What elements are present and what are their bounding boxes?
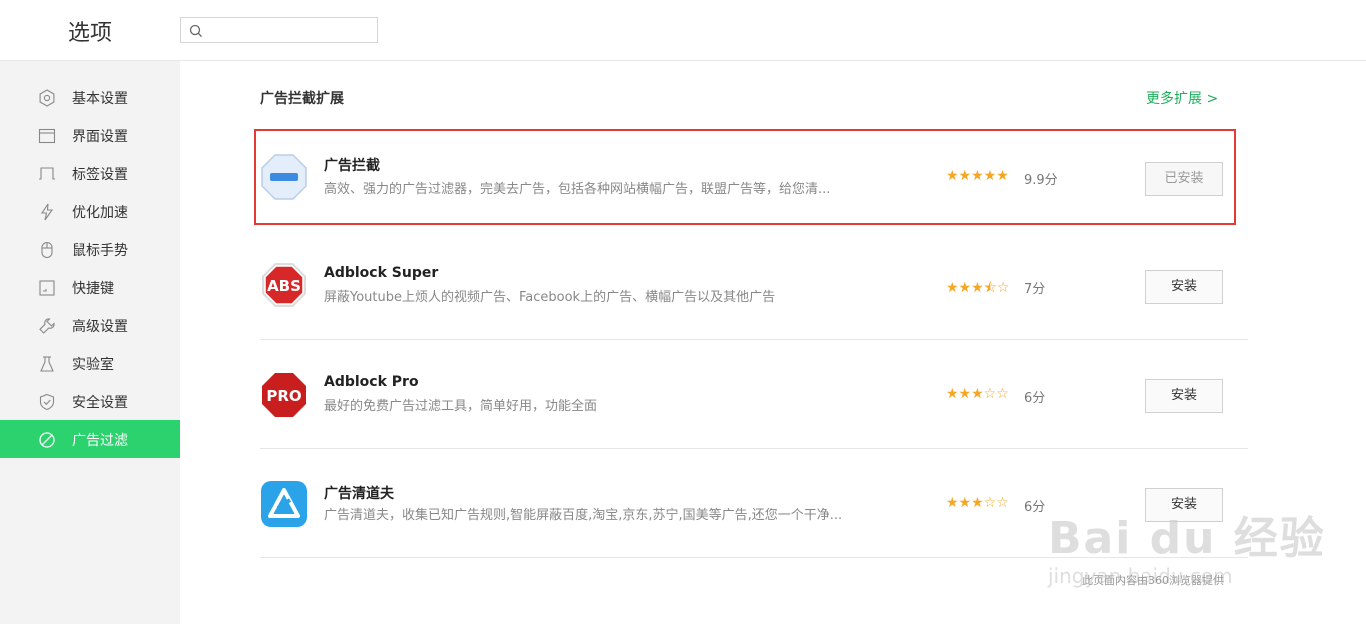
install-button[interactable]: 安装	[1145, 379, 1223, 413]
section-title: 广告拦截扩展	[260, 91, 344, 107]
sidebar-item-label: 高级设置	[72, 319, 128, 335]
top-bar: 选项	[0, 0, 1366, 61]
sidebar-item-security[interactable]: 安全设置	[0, 382, 180, 420]
sidebar-item-label: 界面设置	[72, 129, 128, 145]
extension-name: Adblock Pro	[324, 374, 419, 390]
more-extensions-link[interactable]: 更多扩展 >	[1146, 88, 1218, 108]
sidebar-item-label: 优化加速	[72, 205, 128, 221]
page-title: 选项	[68, 21, 113, 46]
extension-row: ABS Adblock Super 屏蔽Youtube上烦人的视频广告、Face…	[260, 232, 1248, 340]
rating-stars: ★★★★★	[946, 168, 1009, 184]
ad-cleaner-icon	[261, 481, 307, 527]
sidebar-item-advanced[interactable]: 高级设置	[0, 306, 180, 344]
flask-icon	[40, 356, 54, 372]
extension-name: 广告拦截	[324, 158, 380, 174]
sidebar-item-ad-filter[interactable]: 广告过滤	[0, 420, 180, 458]
extension-row: PRO Adblock Pro 最好的免费广告过滤工具，简单好用，功能全面 ★★…	[260, 341, 1248, 449]
sidebar-item-label: 基本设置	[72, 91, 128, 107]
rating-stars: ★★★☆☆	[946, 386, 1009, 402]
sidebar-item-label: 鼠标手势	[72, 243, 128, 259]
sidebar-item-speedup[interactable]: 优化加速	[0, 192, 180, 230]
keyboard-icon	[39, 280, 55, 296]
lightning-icon	[40, 203, 54, 221]
install-button[interactable]: 安装	[1145, 270, 1223, 304]
sidebar: 基本设置 界面设置 标签设置 优化加速 鼠标手势 快捷键 高级设置 实验室 安全…	[0, 61, 180, 624]
extension-name: Adblock Super	[324, 265, 439, 281]
block-icon	[39, 432, 55, 448]
sidebar-item-basic[interactable]: 基本设置	[0, 78, 180, 116]
rating-score: 6分	[1024, 391, 1046, 406]
rating-score: 9.9分	[1024, 173, 1058, 188]
extension-row: 广告拦截 高效、强力的广告过滤器，完美去广告，包括各种网站横幅广告，联盟广告等，…	[260, 122, 1248, 230]
sidebar-item-label: 标签设置	[72, 167, 128, 183]
sidebar-item-label: 广告过滤	[72, 433, 128, 449]
sidebar-item-interface[interactable]: 界面设置	[0, 116, 180, 154]
watermark-brand: Bai du 经验	[1048, 513, 1326, 564]
shield-icon	[39, 393, 55, 411]
search-icon	[189, 24, 202, 37]
wrench-icon	[39, 318, 55, 334]
search-box[interactable]	[180, 17, 378, 43]
rating-score: 7分	[1024, 282, 1046, 297]
adblock-pro-icon: PRO	[262, 373, 306, 417]
sidebar-item-lab[interactable]: 实验室	[0, 344, 180, 382]
installed-button[interactable]: 已安装	[1145, 162, 1223, 196]
mouse-icon	[41, 241, 53, 259]
extension-desc: 最好的免费广告过滤工具，简单好用，功能全面	[324, 399, 598, 414]
rating-stars: ★★★⯪☆	[946, 280, 1010, 296]
icon-text: PRO	[266, 387, 301, 405]
tab-icon	[39, 167, 55, 180]
rating-stars: ★★★☆☆	[946, 495, 1009, 511]
sidebar-item-tabs[interactable]: 标签设置	[0, 154, 180, 192]
extension-name: 广告清道夫	[324, 486, 394, 502]
extension-desc: 屏蔽Youtube上烦人的视频广告、Facebook上的广告、横幅广告以及其他广…	[324, 290, 776, 305]
rating-score: 6分	[1024, 500, 1046, 515]
search-input[interactable]	[209, 20, 373, 42]
gear-icon	[39, 89, 55, 107]
icon-text: ABS	[267, 277, 301, 295]
extension-desc: 高效、强力的广告过滤器，完美去广告，包括各种网站横幅广告，联盟广告等，给您清..…	[324, 182, 831, 197]
extension-desc: 广告清道夫，收集已知广告规则,智能屏蔽百度,淘宝,京东,苏宁,国美等广告,还您一…	[324, 508, 843, 523]
window-icon	[38, 128, 56, 144]
sidebar-item-shortcuts[interactable]: 快捷键	[0, 268, 180, 306]
sidebar-item-label: 快捷键	[72, 281, 114, 297]
sidebar-item-mouse-gestures[interactable]: 鼠标手势	[0, 230, 180, 268]
sidebar-item-label: 实验室	[72, 357, 114, 373]
ad-block-icon	[261, 154, 307, 200]
sidebar-item-label: 安全设置	[72, 395, 128, 411]
watermark-note: 此页面内容由360浏览器提供	[1082, 574, 1224, 587]
adblock-super-icon: ABS	[262, 263, 306, 307]
